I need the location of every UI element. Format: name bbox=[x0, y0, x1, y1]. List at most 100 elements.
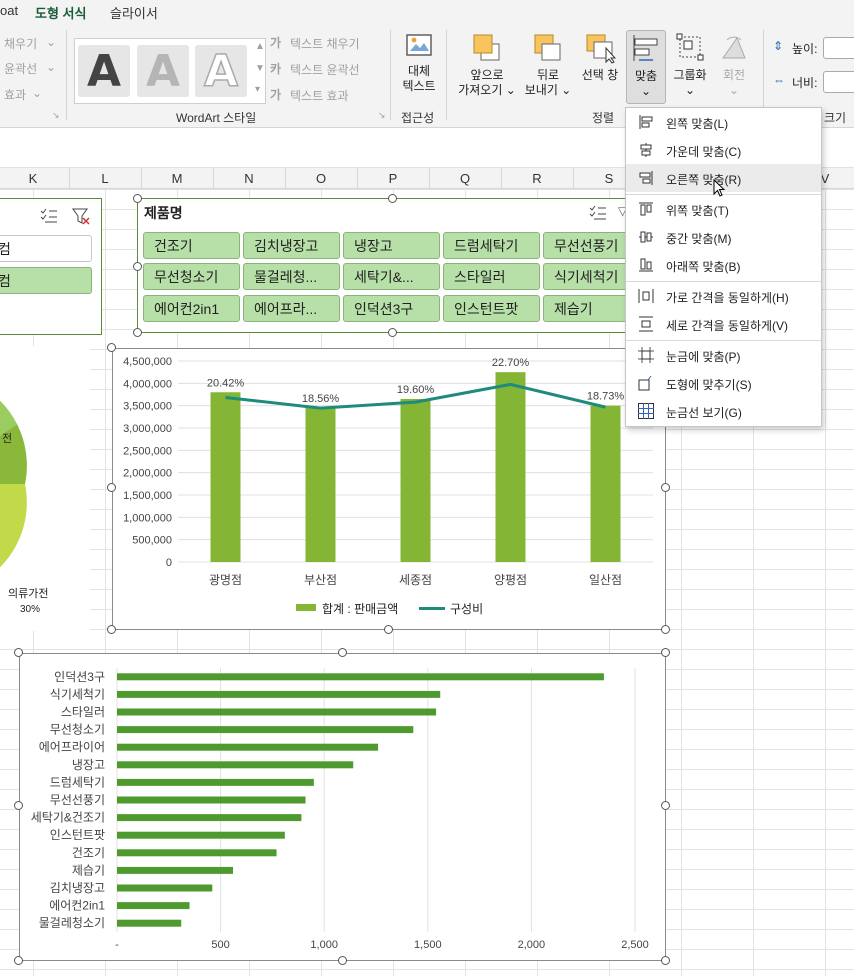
menu-item-snap-to-grid[interactable]: 눈금에 맞춤(P) bbox=[626, 341, 821, 369]
align-button[interactable]: 맞춤 ⌄ bbox=[626, 30, 666, 104]
dialog-launcher-icon[interactable]: ↘ bbox=[378, 110, 386, 121]
wordart-style-3[interactable]: A bbox=[195, 45, 247, 97]
resize-handle[interactable] bbox=[107, 343, 116, 352]
resize-handle[interactable] bbox=[661, 801, 670, 810]
slicer-item[interactable]: 냉장고 bbox=[343, 232, 440, 259]
slicer-left-item[interactable]: 컴 bbox=[0, 267, 92, 294]
send-backward-button[interactable]: 뒤로 보내기 ⌄ bbox=[522, 32, 574, 98]
menu-item-align-top[interactable]: 위쪽 맞춤(T) bbox=[626, 195, 821, 223]
resize-handle[interactable] bbox=[107, 625, 116, 634]
shape-outline-button[interactable]: 윤곽선 bbox=[4, 60, 37, 77]
resize-handle[interactable] bbox=[133, 194, 142, 203]
col-q[interactable]: Q bbox=[455, 171, 475, 186]
col-p[interactable]: P bbox=[383, 171, 403, 186]
slicer-left[interactable]: 컴 컴 bbox=[0, 198, 102, 335]
clear-filter-icon[interactable] bbox=[71, 207, 91, 225]
resize-handle[interactable] bbox=[107, 483, 116, 492]
resize-handle[interactable] bbox=[388, 194, 397, 203]
multi-select-icon[interactable] bbox=[39, 207, 59, 225]
slicer-item[interactable]: 물걸레청... bbox=[243, 263, 340, 290]
slicer-item[interactable]: 에어프라... bbox=[243, 295, 340, 322]
menu-item-label: 눈금선 보기(G) bbox=[666, 406, 742, 420]
shape-effects-button[interactable]: 효과 bbox=[4, 86, 26, 103]
col-m[interactable]: M bbox=[167, 171, 187, 186]
y-tick-label: 에어프라이어 bbox=[39, 740, 105, 754]
menu-item-align-left[interactable]: 왼쪽 맞춤(L) bbox=[626, 108, 821, 136]
slicer-item[interactable]: 드럼세탁기 bbox=[443, 232, 540, 259]
resize-handle[interactable] bbox=[133, 328, 142, 337]
bar bbox=[117, 708, 437, 716]
col-s[interactable]: S bbox=[599, 171, 619, 186]
wordart-style-2[interactable]: A bbox=[137, 45, 189, 97]
slicer-item[interactable]: 무선청소기 bbox=[143, 263, 240, 290]
resize-handle[interactable] bbox=[388, 328, 397, 337]
resize-handle[interactable] bbox=[384, 625, 393, 634]
resize-handle[interactable] bbox=[133, 262, 142, 271]
menu-item-snap-to-shape[interactable]: 도형에 맞추기(S) bbox=[626, 369, 821, 397]
slicer-item[interactable]: 인스턴트팟 bbox=[443, 295, 540, 322]
tab-oat[interactable]: oat bbox=[0, 3, 18, 18]
resize-handle[interactable] bbox=[14, 956, 23, 965]
resize-handle[interactable] bbox=[338, 956, 347, 965]
selection-pane-button[interactable]: 선택 창 bbox=[577, 32, 623, 83]
bar bbox=[117, 919, 182, 927]
col-o[interactable]: O bbox=[311, 171, 331, 186]
hbar-chart[interactable]: - 500 1,000 1,500 2,000 2,500 인덕션3구 식기세척기 스타일러 무선… bbox=[19, 653, 666, 961]
alt-text-button[interactable]: 대체 텍스트 bbox=[398, 32, 440, 94]
text-outline-button[interactable]: 텍스트 윤곽선 bbox=[290, 61, 360, 78]
resize-handle[interactable] bbox=[661, 483, 670, 492]
width-icon: ⇔ bbox=[773, 73, 785, 87]
menu-item-align-center[interactable]: 가운데 맞춤(C) bbox=[626, 136, 821, 164]
slicer-item[interactable]: 세탁기&... bbox=[343, 263, 440, 290]
slicer-item[interactable]: 인덕션3구 bbox=[343, 295, 440, 322]
resize-handle[interactable] bbox=[338, 648, 347, 657]
bring-forward-button[interactable]: 앞으로 가져오기 ⌄ bbox=[456, 32, 518, 98]
product-slicer[interactable]: 제품명 ▽ 건조기 김치냉장고 냉장고 드럼세탁기 무선선풍기 무선청소기 물걸… bbox=[137, 198, 648, 333]
bar bbox=[495, 372, 526, 562]
col-n[interactable]: N bbox=[239, 171, 259, 186]
bar bbox=[210, 392, 241, 562]
height-label: 높이: bbox=[792, 42, 818, 56]
combo-chart[interactable]: 4,500,000 4,000,000 3,500,000 3,000,000 2,50… bbox=[112, 348, 666, 630]
text-effects-button[interactable]: 텍스트 효과 bbox=[290, 87, 349, 104]
menu-item-distribute-horizontal[interactable]: 가로 간격을 동일하게(H) bbox=[626, 282, 821, 310]
wordart-style-1[interactable]: A bbox=[78, 45, 130, 97]
col-k[interactable]: K bbox=[23, 171, 43, 186]
gallery-up-icon[interactable]: ▲ bbox=[255, 41, 265, 52]
dialog-launcher-icon[interactable]: ↘ bbox=[52, 110, 60, 121]
multi-select-icon[interactable] bbox=[588, 204, 608, 222]
slicer-item[interactable]: 스타일러 bbox=[443, 263, 540, 290]
align-right-icon bbox=[639, 171, 653, 185]
slicer-left-item[interactable]: 컴 bbox=[0, 235, 92, 262]
resize-handle[interactable] bbox=[661, 956, 670, 965]
slicer-item[interactable]: 건조기 bbox=[143, 232, 240, 259]
tab-slicer[interactable]: 슬라이서 bbox=[110, 3, 158, 22]
resize-handle[interactable] bbox=[661, 648, 670, 657]
y-tick-label: 김치냉장고 bbox=[50, 881, 105, 895]
rotate-button[interactable]: 회전 ⌄ bbox=[712, 32, 756, 98]
y-tick-label: 1,000,000 bbox=[123, 512, 172, 524]
menu-item-align-bottom[interactable]: 아래쪽 맞춤(B) bbox=[626, 251, 821, 279]
resize-handle[interactable] bbox=[661, 625, 670, 634]
menu-item-view-gridlines[interactable]: 눈금선 보기(G) bbox=[626, 397, 821, 425]
col-r[interactable]: R bbox=[527, 171, 547, 186]
text-fill-button[interactable]: 텍스트 채우기 bbox=[290, 35, 360, 52]
col-l[interactable]: L bbox=[95, 171, 115, 186]
menu-item-align-middle[interactable]: 중간 맞춤(M) bbox=[626, 223, 821, 251]
slicer-item[interactable]: 김치냉장고 bbox=[243, 232, 340, 259]
resize-handle[interactable] bbox=[14, 648, 23, 657]
shape-fill-button[interactable]: 채우기 bbox=[4, 35, 37, 52]
pie-chart[interactable]: 전 의류가전 30% bbox=[0, 346, 90, 631]
menu-item-label: 오른쪽 맞춤(R) bbox=[666, 173, 742, 187]
bar bbox=[305, 407, 336, 562]
wordart-gallery[interactable]: A A A ▲ ▼ ▾ bbox=[74, 38, 266, 104]
width-input[interactable] bbox=[823, 71, 854, 93]
group-button[interactable]: 그룹화 ⌄ bbox=[670, 32, 710, 98]
width-label: 너비: bbox=[792, 76, 818, 90]
gallery-down-icon[interactable]: ▼ bbox=[255, 63, 265, 74]
resize-handle[interactable] bbox=[14, 801, 23, 810]
height-input[interactable] bbox=[823, 37, 854, 59]
gallery-more-icon[interactable]: ▾ bbox=[255, 84, 260, 95]
menu-item-distribute-vertical[interactable]: 세로 간격을 동일하게(V) bbox=[626, 310, 821, 338]
slicer-item[interactable]: 에어컨2in1 bbox=[143, 295, 240, 322]
